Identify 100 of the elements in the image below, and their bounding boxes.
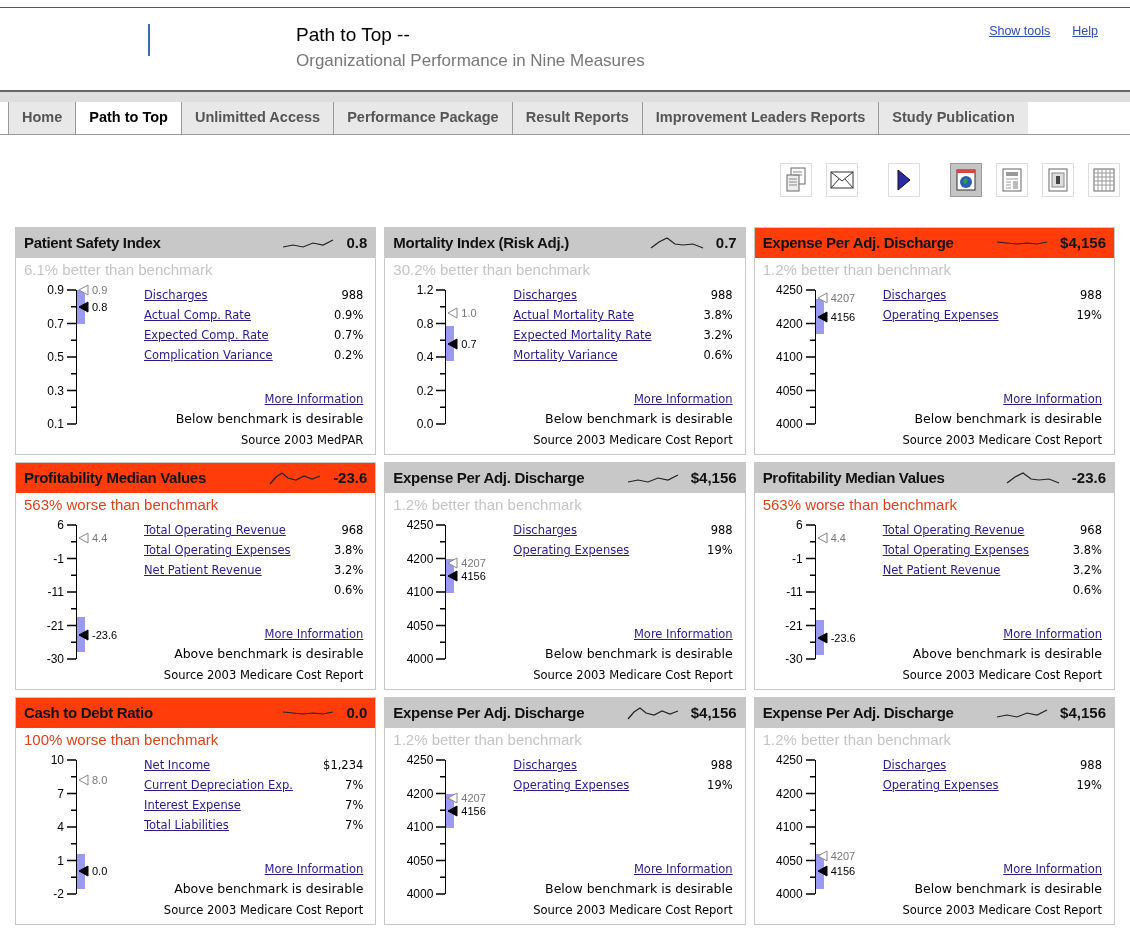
axis-label: 0.2 — [416, 383, 434, 398]
benchmark-status: 563% worse than benchmark — [24, 494, 219, 515]
benchmark-status: 6.1% better than benchmark — [24, 259, 213, 280]
axis-label: -21 — [785, 618, 803, 633]
benchmark-value: 8.0 — [92, 774, 108, 787]
axis-label: 4200 — [406, 551, 434, 566]
actual-value: 0.7 — [461, 337, 477, 350]
metric-link[interactable]: Actual Mortality Rate — [513, 307, 634, 325]
axis-label: 4000 — [406, 652, 434, 666]
actual-value: 0.8 — [92, 300, 108, 313]
metric-value: 3.8% — [703, 307, 733, 325]
axis-label: 6 — [795, 518, 803, 532]
axis-label: 4050 — [775, 383, 803, 398]
benchmark-value: 4207 — [830, 292, 856, 305]
metric-link[interactable]: Expected Mortality Rate — [513, 327, 652, 345]
metric-link[interactable]: Operating Expenses — [882, 307, 999, 325]
metric-link[interactable]: Discharges — [882, 287, 947, 305]
card-value: $4,156 — [690, 702, 737, 723]
metric-value: 0.9% — [334, 307, 364, 325]
metric-value: 19% — [707, 777, 733, 795]
toolbar-button[interactable] — [950, 163, 982, 197]
metric-value: 0.6% — [1072, 582, 1102, 600]
metric-link[interactable]: Net Patient Revenue — [882, 562, 1001, 580]
source-note: Source 2003 Medicare Cost Report — [902, 667, 1102, 684]
more-information-link[interactable]: More Information — [1003, 860, 1102, 878]
axis-label: 4 — [57, 820, 64, 834]
metric-link[interactable]: Total Liabilities — [144, 817, 229, 835]
more-information-link[interactable]: More Information — [1003, 625, 1102, 643]
range-bar — [77, 853, 85, 889]
envelope-icon — [830, 171, 854, 189]
axis-label: 4250 — [406, 518, 434, 532]
desirability-note: Below benchmark is desirable — [914, 410, 1102, 428]
metric-link[interactable]: Current Depreciation Exp. — [144, 777, 293, 795]
more-information-link[interactable]: More Information — [264, 390, 364, 408]
nav-tab[interactable]: Result Reports — [511, 102, 642, 134]
more-information-link[interactable]: More Information — [633, 390, 733, 408]
more-information-link[interactable]: More Information — [1003, 390, 1102, 408]
sparkline-icon — [996, 241, 1049, 245]
nav-tab[interactable]: Unlimitted Access — [180, 102, 334, 134]
metric-link[interactable]: Operating Expenses — [513, 777, 630, 795]
metric-link[interactable]: Mortality Variance — [513, 347, 618, 365]
page-layout-icon — [1002, 168, 1022, 192]
metric-link[interactable]: Expected Comp. Rate — [144, 327, 269, 345]
metric-link[interactable]: Total Operating Revenue — [882, 522, 1025, 540]
benchmark-status: 100% worse than benchmark — [24, 729, 219, 750]
axis-label: 4100 — [775, 820, 803, 834]
source-note: Source 2003 MedPAR — [240, 432, 364, 449]
actual-value: 4156 — [830, 310, 856, 323]
metric-value: 19% — [707, 542, 733, 560]
metric-link[interactable]: Total Operating Expenses — [144, 542, 291, 560]
metric-link[interactable]: Net Patient Revenue — [144, 562, 262, 580]
metric-link[interactable]: Complication Variance — [144, 347, 273, 365]
metric-link[interactable]: Total Operating Expenses — [882, 542, 1030, 560]
grid-table-icon — [1093, 168, 1115, 192]
metric-link[interactable]: Operating Expenses — [882, 777, 999, 795]
axis-label: -2 — [53, 887, 64, 901]
actual-value: -23.6 — [830, 631, 856, 644]
axis-label: 4200 — [775, 316, 803, 331]
axis-label: 4250 — [775, 283, 803, 297]
metric-link[interactable]: Discharges — [144, 287, 208, 305]
axis-label: -21 — [46, 618, 64, 633]
metric-link[interactable]: Discharges — [513, 757, 577, 775]
more-information-link[interactable]: More Information — [264, 625, 364, 643]
axis-label: 0.7 — [47, 316, 64, 331]
metric-value: 988 — [710, 522, 733, 540]
metric-value: 3.2% — [1072, 562, 1102, 580]
metric-link[interactable]: Operating Expenses — [513, 542, 630, 560]
nav-tab[interactable]: Performance Package — [333, 102, 512, 134]
axis-label: 0.0 — [416, 417, 434, 431]
source-note: Source 2003 Medicare Cost Report — [533, 902, 733, 919]
more-information-link[interactable]: More Information — [633, 860, 733, 878]
more-information-link[interactable]: More Information — [264, 860, 364, 878]
nav-tab[interactable]: Study Publication — [878, 102, 1028, 134]
nav-tab[interactable]: Improvement Leaders Reports — [641, 102, 879, 134]
metric-link[interactable]: Discharges — [513, 522, 577, 540]
desirability-note: Above benchmark is desirable — [174, 645, 364, 663]
more-information-link[interactable]: More Information — [633, 625, 733, 643]
metric-value: 7% — [345, 817, 364, 835]
nav-tab[interactable]: Home — [8, 102, 76, 134]
metric-value: 3.8% — [334, 542, 364, 560]
metric-link[interactable]: Actual Comp. Rate — [144, 307, 251, 325]
metric-link[interactable]: Discharges — [882, 757, 947, 775]
card-title: Expense Per Adj. Discharge — [393, 702, 586, 723]
header-link[interactable]: Help — [1072, 22, 1098, 40]
metric-link[interactable]: Net Income — [144, 757, 211, 775]
metric-link[interactable]: Total Operating Revenue — [144, 522, 286, 540]
card-title: Expense Per Adj. Discharge — [393, 467, 586, 488]
benchmark-status: 1.2% better than benchmark — [762, 729, 952, 750]
benchmark-value: 4207 — [461, 556, 486, 569]
metric-value: 0.6% — [703, 347, 733, 365]
metric-link[interactable]: Interest Expense — [144, 797, 241, 815]
metric-value: 3.2% — [703, 327, 733, 345]
source-note: Source 2003 Medicare Cost Report — [902, 902, 1102, 919]
axis-label: 0.3 — [47, 383, 64, 398]
desirability-note: Below benchmark is desirable — [914, 880, 1102, 898]
actual-value: 0.0 — [92, 865, 108, 878]
header-link[interactable]: Show tools — [989, 22, 1051, 40]
metric-link[interactable]: Discharges — [513, 287, 577, 305]
card-title: Expense Per Adj. Discharge — [762, 702, 955, 723]
axis-label: -1 — [792, 551, 803, 566]
